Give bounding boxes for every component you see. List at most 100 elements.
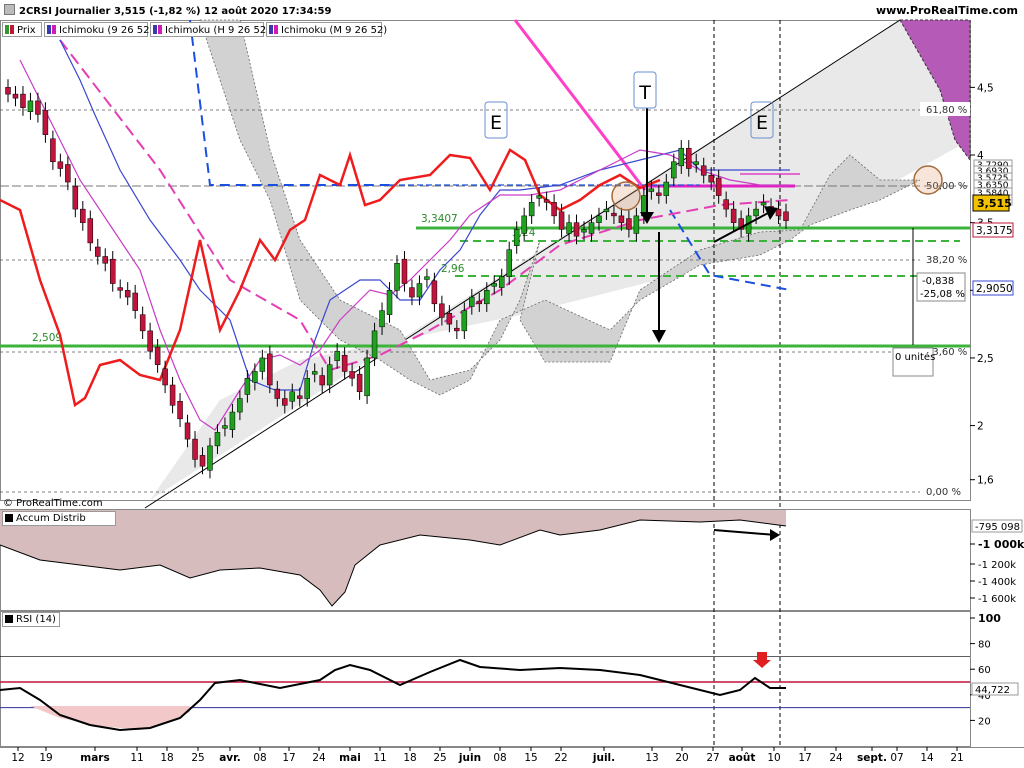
legend-item-ichimoku-h[interactable]: Ichimoku (H 9 26 52)	[150, 22, 270, 37]
candle-body	[386, 290, 393, 315]
rsi-value-label: 44,722	[975, 685, 1010, 696]
x-tick-label: juin	[458, 752, 482, 764]
candle-body	[12, 93, 19, 99]
candle-body	[686, 147, 692, 169]
rsi-tick-label: 20	[978, 716, 991, 727]
x-tick-label: 27	[706, 752, 720, 764]
candle-body	[633, 215, 640, 234]
legend-label: Ichimoku (M 9 26 52)	[281, 25, 388, 36]
x-tick-label: 24	[829, 752, 843, 764]
x-tick-label: août	[728, 752, 756, 764]
candle-body	[20, 93, 26, 108]
fibo-label: 61,80 %	[926, 105, 967, 116]
panel-label-accum[interactable]: Accum Distrib	[2, 511, 116, 526]
candle-body	[162, 368, 168, 386]
x-tick-label: 10	[767, 752, 781, 764]
candle-body	[693, 161, 699, 165]
x-tick-label: 19	[39, 752, 53, 764]
candle-body	[461, 310, 468, 332]
x-tick-label: 21	[950, 752, 964, 764]
candle-body	[95, 246, 101, 257]
candle-body	[416, 283, 423, 298]
candle-body	[304, 377, 310, 399]
candle-body	[618, 215, 625, 223]
candle-body	[139, 314, 146, 332]
candle-body	[573, 222, 580, 237]
candle-body	[409, 287, 415, 298]
candle-body	[349, 371, 355, 379]
candle-body	[439, 303, 445, 318]
site-link[interactable]: www.ProRealTime.com	[876, 4, 1018, 17]
panel-title: RSI (14)	[16, 614, 56, 625]
candle-body	[753, 208, 759, 217]
candle-body	[730, 208, 737, 223]
legend-label: Ichimoku (H 9 26 52)	[165, 25, 271, 36]
price-tick-label: 2,5	[977, 353, 994, 365]
chart-canvas[interactable]: 61,80 %50,00 %38,20 %23,60 %0,00 %3,3407…	[0, 0, 1024, 768]
ichimoku-m-color-icon-2	[274, 25, 278, 34]
fibo-loss-pct: -25,08 %	[920, 289, 965, 300]
accum-tick-label: -1 200k	[978, 560, 1016, 571]
legend-label: Ichimoku (9 26 52)	[59, 25, 154, 36]
candle-body	[476, 300, 483, 305]
candle-body	[663, 181, 670, 196]
candle-body	[252, 371, 258, 383]
fibo-label: 38,20 %	[926, 255, 967, 266]
candle-body	[648, 188, 655, 192]
candle-body	[244, 377, 251, 395]
price-color-icon	[5, 25, 9, 34]
chart-root: 61,80 % 50,00 % 38,20 % 23,60 % 0,00 % 3,3407…	[0, 0, 1024, 768]
window-icon	[4, 4, 15, 15]
candle-body	[708, 175, 714, 183]
candle-body	[715, 177, 722, 196]
candle-body	[109, 258, 116, 284]
candle-body	[207, 445, 213, 471]
x-tick-label: 08	[253, 752, 267, 764]
candle-body	[184, 422, 191, 440]
x-tick-label: avr.	[219, 752, 241, 764]
chart-title: 2CRSI Journalier 3,515 (-1,82 %) 12 août…	[4, 4, 331, 17]
x-tick-label: 15	[524, 752, 538, 764]
accum-color-icon	[5, 514, 13, 522]
x-tick-label: 18	[160, 752, 174, 764]
copyright: © ProRealTime.com	[3, 498, 103, 509]
candle-body	[80, 208, 86, 223]
candle-body	[656, 192, 662, 196]
candle-body	[42, 110, 49, 135]
x-tick-label: 25	[191, 752, 205, 764]
candle-body	[498, 276, 505, 288]
candle-body	[341, 354, 348, 372]
candle-body	[700, 165, 707, 176]
candle-body	[596, 215, 602, 223]
candle-body	[169, 384, 176, 406]
legend-item-prix[interactable]: Prix	[2, 22, 42, 37]
panel-label-rsi[interactable]: RSI (14)	[2, 612, 60, 627]
price-tick-label: 2	[977, 421, 984, 433]
candle-body	[551, 202, 557, 217]
legend-item-ichimoku[interactable]: Ichimoku (9 26 52)	[44, 22, 153, 37]
x-tick-label: 20	[675, 752, 689, 764]
level-label-upper: 3,3407	[421, 213, 458, 225]
price-tick-label: 4,5	[977, 82, 994, 94]
annotation-letter: E	[756, 112, 768, 134]
candle-body	[371, 330, 378, 359]
ichimoku-m-color-icon	[269, 25, 273, 34]
x-tick-label: 12	[11, 752, 25, 764]
candle-body	[678, 147, 685, 167]
ichimoku-color-icon-2	[52, 25, 56, 34]
candle-body	[102, 256, 108, 264]
candle-body	[484, 290, 490, 305]
fibo-label: 0,00 %	[926, 487, 961, 498]
candle-body	[319, 375, 325, 386]
price-tick-label: 1,6	[977, 475, 994, 487]
x-tick-label: juil.	[592, 752, 616, 764]
candle-body	[671, 161, 677, 179]
candle-body	[401, 258, 408, 284]
price-color-icon-2	[10, 25, 14, 34]
x-tick-label: 14	[920, 752, 934, 764]
accum-tick-label: -1 400k	[978, 577, 1016, 588]
rsi-tick-label: 60	[978, 665, 991, 676]
candle-body	[27, 100, 34, 112]
candle-body	[297, 395, 303, 399]
legend-item-ichimoku-m[interactable]: Ichimoku (M 9 26 52)	[266, 22, 387, 37]
